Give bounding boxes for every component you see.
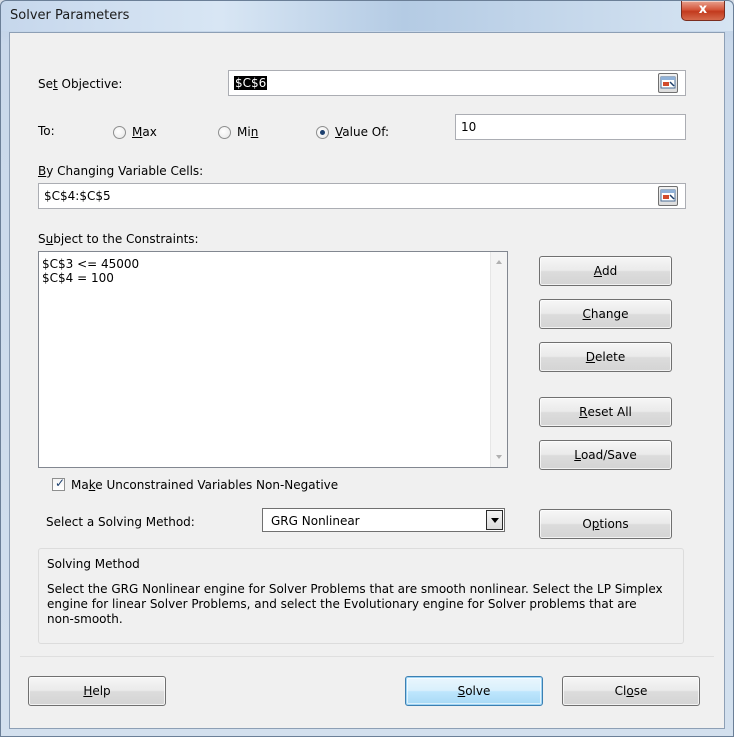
objective-ref-button[interactable] [658,73,678,93]
add-button[interactable]: Add [539,256,672,286]
dialog-body: Set Objective: $C$6 To: Max Min Value Of… [9,32,725,729]
nonnegative-label[interactable]: Make Unconstrained Variables Non-Negativ… [71,478,338,492]
constraints-list[interactable]: $C$3 <= 45000 $C$4 = 100 [38,251,508,468]
close-button[interactable]: Cl o se [562,676,700,706]
value-of-radio[interactable] [316,126,329,139]
change-button[interactable]: Change [539,299,672,329]
constraint-item[interactable]: $C$3 <= 45000 [42,257,139,271]
to-label: To: [38,124,55,138]
reset-all-button[interactable]: Reset All [539,397,672,427]
value-of-input[interactable]: 10 [455,114,686,140]
cell-reference-icon [660,189,676,202]
solving-method-label: Select a Solving Method: [46,515,195,529]
dropdown-button[interactable] [486,510,503,530]
min-radio-label[interactable]: Min [237,125,258,139]
constraints-label: Subject to the Constraints: [38,232,199,246]
description-line: Select the GRG Nonlinear engine for Solv… [47,582,663,596]
title-bar[interactable]: Solver Parameters x [1,1,733,31]
nonnegative-checkbox[interactable]: ✓ [52,476,66,491]
cell-reference-icon [660,76,676,89]
description-line: non-smooth. [47,612,123,626]
solve-button[interactable]: Solve [405,676,543,706]
solving-method-select[interactable]: GRG Nonlinear [262,508,505,532]
set-objective-input[interactable]: $C$6 [228,70,686,96]
close-icon: x [698,2,708,17]
scroll-down-icon[interactable] [496,455,502,459]
set-objective-label: Set Objective: [38,77,123,91]
divider [20,656,714,657]
help-button[interactable]: Help [28,676,166,706]
delete-button[interactable]: Delete [539,342,672,372]
constraint-item[interactable]: $C$4 = 100 [42,271,114,285]
solving-method-heading: Solving Method [47,557,140,571]
max-radio[interactable] [113,126,126,139]
objective-value: $C$6 [234,76,268,90]
solving-method-group: Solving Method Select the GRG Nonlinear … [38,548,684,644]
solver-parameters-window: Solver Parameters x Set Objective: $C$6 … [0,0,734,737]
max-radio-label[interactable]: Max [132,125,157,139]
min-radio[interactable] [218,126,231,139]
window-title: Solver Parameters [10,8,130,23]
solving-method-value: GRG Nonlinear [271,514,360,528]
scroll-up-icon[interactable] [496,260,502,264]
chevron-down-icon [491,518,499,523]
load-save-button[interactable]: Load/Save [539,440,672,470]
changing-cells-ref-button[interactable] [658,186,678,206]
value-of-radio-label[interactable]: Value Of: [335,125,389,139]
close-window-button[interactable]: x [681,1,725,21]
changing-cells-input[interactable]: $C$4:$C$5 [38,183,686,209]
options-button[interactable]: Op tions [539,509,672,539]
check-icon: ✓ [55,476,66,490]
changing-cells-label: By Changing Variable Cells: [38,164,204,178]
constraints-scrollbar[interactable] [490,252,507,467]
description-line: engine for linear Solver Problems, and s… [47,597,637,611]
